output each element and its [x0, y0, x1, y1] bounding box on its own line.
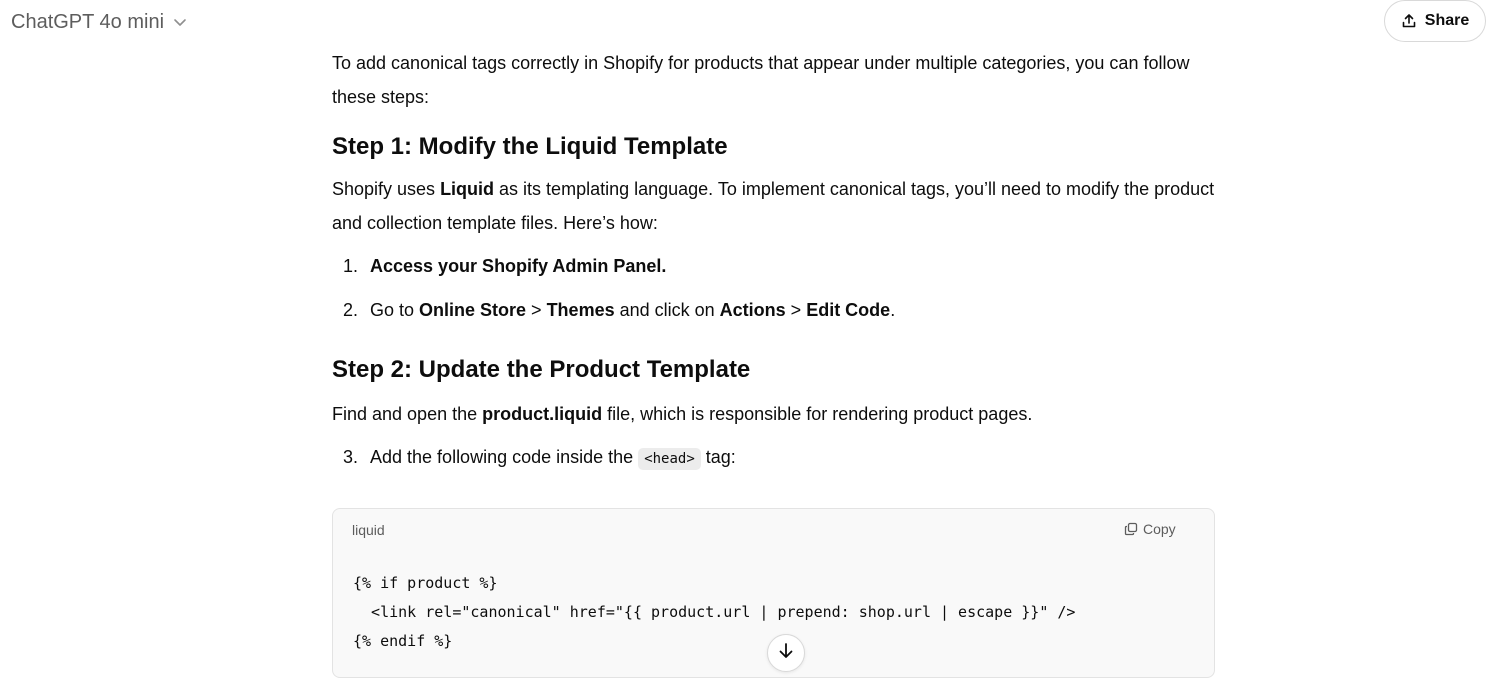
text: Add the following code inside the — [370, 447, 639, 467]
bold-text: Actions — [719, 300, 786, 320]
list-item-text: Add the following code inside the <head>… — [370, 440, 736, 476]
text: Shopify uses — [332, 179, 441, 199]
code-language: liquid — [352, 522, 385, 538]
copy-label: Copy — [1143, 521, 1176, 537]
list-item: 1. Access your Shopify Admin Panel. — [332, 249, 1215, 283]
step2-heading: Step 2: Update the Product Template — [332, 356, 751, 383]
model-name: ChatGPT 4o mini — [11, 10, 165, 33]
list-number: 2. — [343, 300, 359, 320]
share-icon — [1401, 13, 1417, 29]
step1-heading: Step 1: Modify the Liquid Template — [332, 133, 728, 160]
list-item-text: Access your Shopify Admin Panel. — [370, 249, 666, 283]
step1-paragraph: Shopify uses Liquid as its templating la… — [332, 172, 1215, 240]
code-line: {% if product %} — [353, 574, 498, 592]
arrow-down-icon — [777, 642, 795, 665]
text: Go to — [370, 300, 420, 320]
list-number: 3. — [343, 447, 359, 467]
bold-text: Liquid — [440, 179, 495, 199]
step2-paragraph: Find and open the product.liquid file, w… — [332, 397, 1215, 431]
code-line: <link rel="canonical" href="{{ product.u… — [353, 603, 1076, 621]
chevron-down-icon — [172, 14, 188, 30]
share-button[interactable]: Share — [1384, 0, 1486, 42]
text: file, which is responsible for rendering… — [602, 404, 1033, 424]
inline-code: <head> — [638, 448, 701, 470]
text: . — [890, 300, 896, 320]
share-label: Share — [1424, 12, 1470, 29]
code-line: {% endif %} — [353, 632, 453, 650]
list-number: 1. — [343, 256, 359, 276]
intro-paragraph: To add canonical tags correctly in Shopi… — [332, 53, 1190, 107]
bold-text: product.liquid — [482, 404, 603, 424]
bold-text: Themes — [546, 300, 615, 320]
steps-list-2: 3. Add the following code inside the <he… — [332, 440, 1215, 476]
list-item: 2. Go to Online Store > Themes and click… — [332, 293, 1215, 327]
copy-code-button[interactable]: Copy — [1124, 521, 1176, 537]
list-item: 3. Add the following code inside the <he… — [332, 440, 1215, 476]
list-item-text: Go to Online Store > Themes and click on… — [370, 293, 895, 327]
bold-text: Edit Code — [806, 300, 891, 320]
chat-page: ChatGPT 4o mini Share To add canonical t… — [0, 0, 1489, 678]
bold-text: Online Store — [419, 300, 527, 320]
text: Find and open the — [332, 404, 483, 424]
text: > — [526, 300, 547, 320]
scroll-to-bottom-button[interactable] — [767, 634, 805, 672]
copy-icon — [1124, 522, 1138, 536]
steps-list-1: 1. Access your Shopify Admin Panel. 2. G… — [332, 249, 1215, 327]
bold-text: Access your Shopify Admin Panel. — [370, 256, 667, 276]
model-switcher[interactable]: ChatGPT 4o mini — [11, 8, 188, 36]
text: and click on — [614, 300, 720, 320]
code-content: {% if product %} <link rel="canonical" h… — [353, 569, 1075, 656]
assistant-message: To add canonical tags correctly in Shopi… — [332, 46, 1215, 476]
text: > — [785, 300, 807, 320]
text: tag: — [700, 447, 736, 467]
